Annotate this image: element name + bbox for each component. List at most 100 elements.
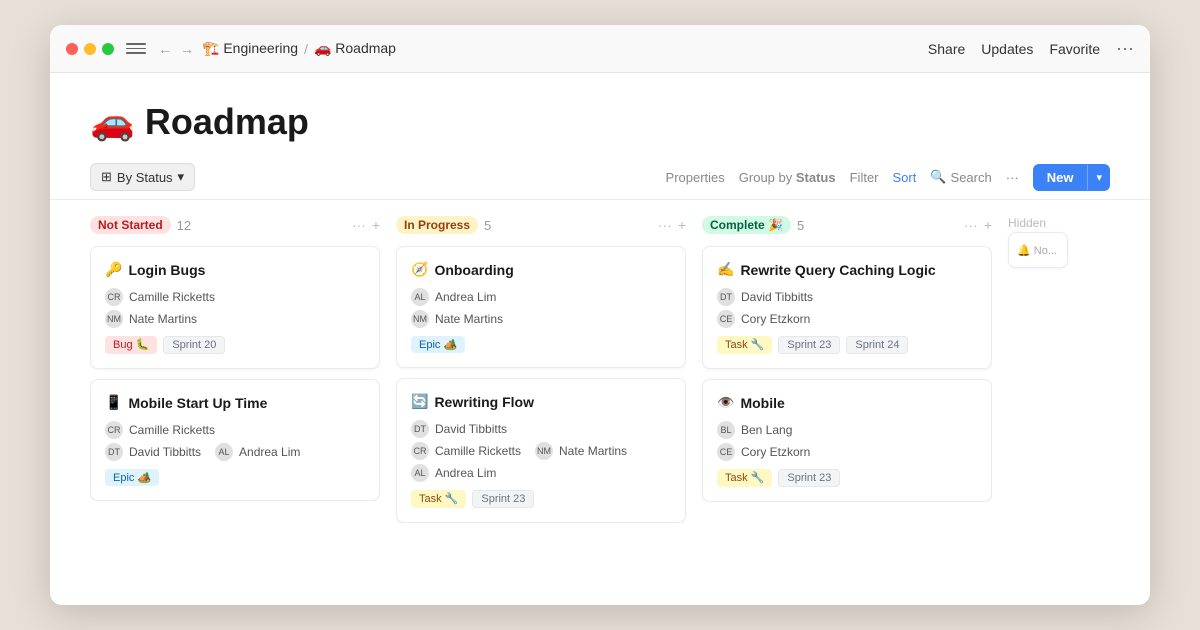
breadcrumb-workspace[interactable]: 🏗️ Engineering (202, 40, 298, 57)
tag-sprint[interactable]: Sprint 23 (778, 469, 840, 487)
filter-button[interactable]: Filter (850, 170, 879, 185)
col-add-complete[interactable]: + (984, 217, 992, 233)
card-title: 🔑 Login Bugs (105, 261, 365, 278)
col-more-complete[interactable]: ··· (964, 217, 978, 233)
assignee-row: CE Cory Etzkorn (717, 443, 977, 461)
breadcrumb-separator: / (304, 41, 308, 57)
view-by-status-button[interactable]: ⊞ By Status ▾ (90, 163, 195, 191)
card-emoji: ✍️ (717, 261, 734, 278)
page-title: 🚗 Roadmap (90, 101, 1110, 143)
view-icon: ⊞ (101, 169, 112, 185)
card-emoji: 👁️ (717, 394, 734, 411)
card-mobile-startup[interactable]: 📱 Mobile Start Up Time CR Camille Ricket… (90, 379, 380, 501)
breadcrumb: 🏗️ Engineering / 🚗 Roadmap (202, 40, 396, 57)
col-count-complete: 5 (797, 218, 804, 233)
card-title: 🧭 Onboarding (411, 261, 671, 278)
sort-button[interactable]: Sort (893, 170, 917, 185)
col-count-not-started: 12 (177, 218, 191, 233)
assignee-row: AL Andrea Lim (411, 288, 671, 306)
properties-button[interactable]: Properties (666, 170, 725, 185)
assignee-name: Andrea Lim (435, 290, 496, 304)
card-emoji: 🧭 (411, 261, 428, 278)
assignee-name: Cory Etzkorn (741, 445, 810, 459)
close-button[interactable] (66, 43, 78, 55)
card-login-bugs[interactable]: 🔑 Login Bugs CR Camille Ricketts NM Nate… (90, 246, 380, 369)
card-title-text: Rewrite Query Caching Logic (740, 262, 935, 278)
avatar: CR (105, 421, 123, 439)
hidden-card-label: 🔔 No... (1017, 245, 1057, 257)
card-emoji: 📱 (105, 394, 122, 411)
col-add-not-started[interactable]: + (372, 217, 380, 233)
assignee-name: Andrea Lim (435, 466, 496, 480)
card-title-text: Mobile (740, 395, 784, 411)
group-by-button[interactable]: Group by Status (739, 170, 836, 185)
card-rewriting-flow[interactable]: 🔄 Rewriting Flow DT David Tibbitts CR Ca… (396, 378, 686, 523)
forward-button[interactable]: → (176, 39, 198, 59)
tag-bug[interactable]: Bug 🐛 (105, 336, 157, 354)
assignee-name: Andrea Lim (239, 445, 300, 459)
back-button[interactable]: ← (154, 39, 176, 59)
assignee-name: David Tibbitts (435, 422, 507, 436)
more-toolbar-button[interactable]: ··· (1006, 170, 1019, 185)
menu-icon[interactable] (126, 39, 146, 59)
avatar: AL (411, 464, 429, 482)
hidden-card[interactable]: 🔔 No... (1008, 232, 1068, 268)
avatar: NM (535, 442, 553, 460)
hidden-label: Hidden (1008, 216, 1046, 230)
favorite-button[interactable]: Favorite (1049, 41, 1100, 57)
tag-task[interactable]: Task 🔧 (717, 469, 772, 487)
more-options-button[interactable]: ··· (1116, 38, 1134, 59)
assignee-name: Nate Martins (435, 312, 503, 326)
card-mobile[interactable]: 👁️ Mobile BL Ben Lang CE Cory Etzkorn Ta… (702, 379, 992, 502)
card-title-text: Onboarding (434, 262, 513, 278)
col-header-hidden: Hidden (1008, 216, 1046, 230)
assignee-row: CE Cory Etzkorn (717, 310, 977, 328)
card-emoji: 🔑 (105, 261, 122, 278)
avatar: BL (717, 421, 735, 439)
card-title-text: Login Bugs (128, 262, 205, 278)
avatar: AL (215, 443, 233, 461)
chevron-down-icon: ▾ (178, 169, 185, 185)
new-button[interactable]: New ▾ (1033, 164, 1110, 191)
assignee-row: CR Camille Ricketts (105, 421, 365, 439)
page-header: 🚗 Roadmap (50, 73, 1150, 155)
tag-sprint[interactable]: Sprint 24 (846, 336, 908, 354)
traffic-lights (66, 43, 114, 55)
col-badge-not-started: Not Started (90, 216, 171, 234)
maximize-button[interactable] (102, 43, 114, 55)
column-in-progress: In Progress 5 ··· + 🧭 Onboarding AL Andr… (396, 216, 686, 523)
tag-task[interactable]: Task 🔧 (717, 336, 772, 354)
assignee-name: Camille Ricketts (435, 444, 521, 458)
col-more-not-started[interactable]: ··· (352, 217, 366, 233)
assignee-name: Camille Ricketts (129, 290, 215, 304)
tag-epic[interactable]: Epic 🏕️ (411, 336, 465, 353)
assignee-name: Camille Ricketts (129, 423, 215, 437)
tag-sprint[interactable]: Sprint 23 (472, 490, 534, 508)
tags-row: Epic 🏕️ (105, 469, 365, 486)
card-onboarding[interactable]: 🧭 Onboarding AL Andrea Lim NM Nate Marti… (396, 246, 686, 368)
tag-epic[interactable]: Epic 🏕️ (105, 469, 159, 486)
minimize-button[interactable] (84, 43, 96, 55)
col-header-not-started: Not Started 12 ··· + (90, 216, 380, 234)
assignee-row: BL Ben Lang (717, 421, 977, 439)
assignee-row: DT David Tibbitts (411, 420, 671, 438)
card-title: 📱 Mobile Start Up Time (105, 394, 365, 411)
tag-sprint[interactable]: Sprint 20 (163, 336, 225, 354)
col-more-in-progress[interactable]: ··· (658, 217, 672, 233)
breadcrumb-page[interactable]: 🚗 Roadmap (314, 40, 396, 57)
share-button[interactable]: Share (928, 41, 965, 57)
card-rewrite-query[interactable]: ✍️ Rewrite Query Caching Logic DT David … (702, 246, 992, 369)
search-button[interactable]: Search (951, 170, 992, 185)
new-button-chevron: ▾ (1087, 165, 1110, 190)
tags-row: Bug 🐛 Sprint 20 (105, 336, 365, 354)
tag-sprint[interactable]: Sprint 23 (778, 336, 840, 354)
app-window: ← → 🏗️ Engineering / 🚗 Roadmap Share Upd… (50, 25, 1150, 605)
updates-button[interactable]: Updates (981, 41, 1033, 57)
assignee-row: NM Nate Martins (105, 310, 365, 328)
col-add-in-progress[interactable]: + (678, 217, 686, 233)
assignee-name: Nate Martins (129, 312, 197, 326)
titlebar-actions: Share Updates Favorite ··· (928, 38, 1134, 59)
assignee-name: Ben Lang (741, 423, 792, 437)
assignee-name: David Tibbitts (129, 445, 201, 459)
tag-task[interactable]: Task 🔧 (411, 490, 466, 508)
